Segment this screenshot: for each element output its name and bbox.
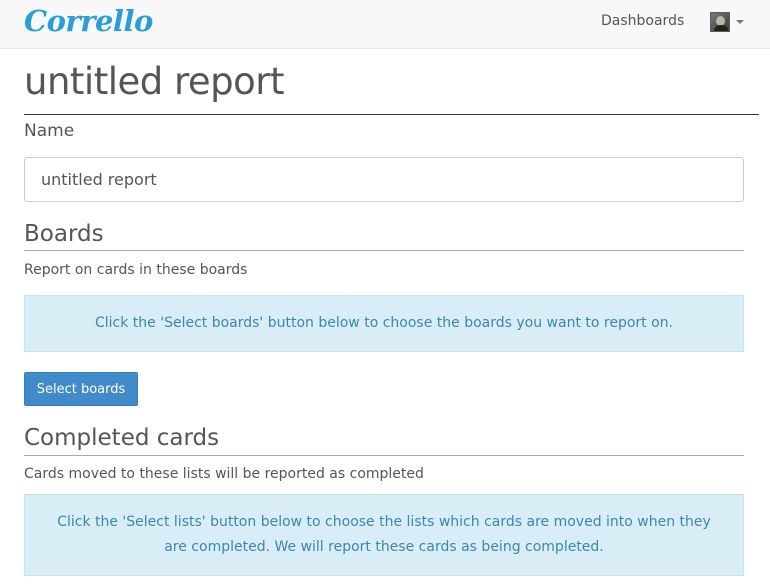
page-title: untitled report bbox=[24, 60, 285, 103]
caret-down-icon bbox=[736, 20, 744, 24]
navbar: Corrello Dashboards bbox=[0, 0, 770, 49]
title-divider bbox=[24, 114, 759, 115]
user-avatar-icon bbox=[710, 12, 730, 32]
name-input[interactable] bbox=[24, 157, 744, 202]
completed-cards-heading: Completed cards bbox=[24, 425, 220, 451]
boards-heading: Boards bbox=[24, 221, 104, 247]
completed-cards-description: Cards moved to these lists will be repor… bbox=[24, 466, 424, 482]
select-boards-button[interactable]: Select boards bbox=[24, 372, 138, 406]
boards-description: Report on cards in these boards bbox=[24, 262, 248, 278]
dashboards-link[interactable]: Dashboards bbox=[601, 13, 684, 29]
boards-divider bbox=[24, 250, 744, 251]
boards-info-text: Click the 'Select boards' button below t… bbox=[94, 315, 673, 331]
boards-info-alert: Click the 'Select boards' button below t… bbox=[24, 295, 744, 352]
completed-cards-info-alert: Click the 'Select lists' button below to… bbox=[24, 494, 744, 576]
completed-cards-info-text: Click the 'Select lists' button below to… bbox=[57, 514, 711, 555]
name-label: Name bbox=[24, 121, 75, 141]
completed-cards-divider bbox=[24, 455, 744, 456]
brand-logo[interactable]: Corrello bbox=[24, 7, 153, 36]
